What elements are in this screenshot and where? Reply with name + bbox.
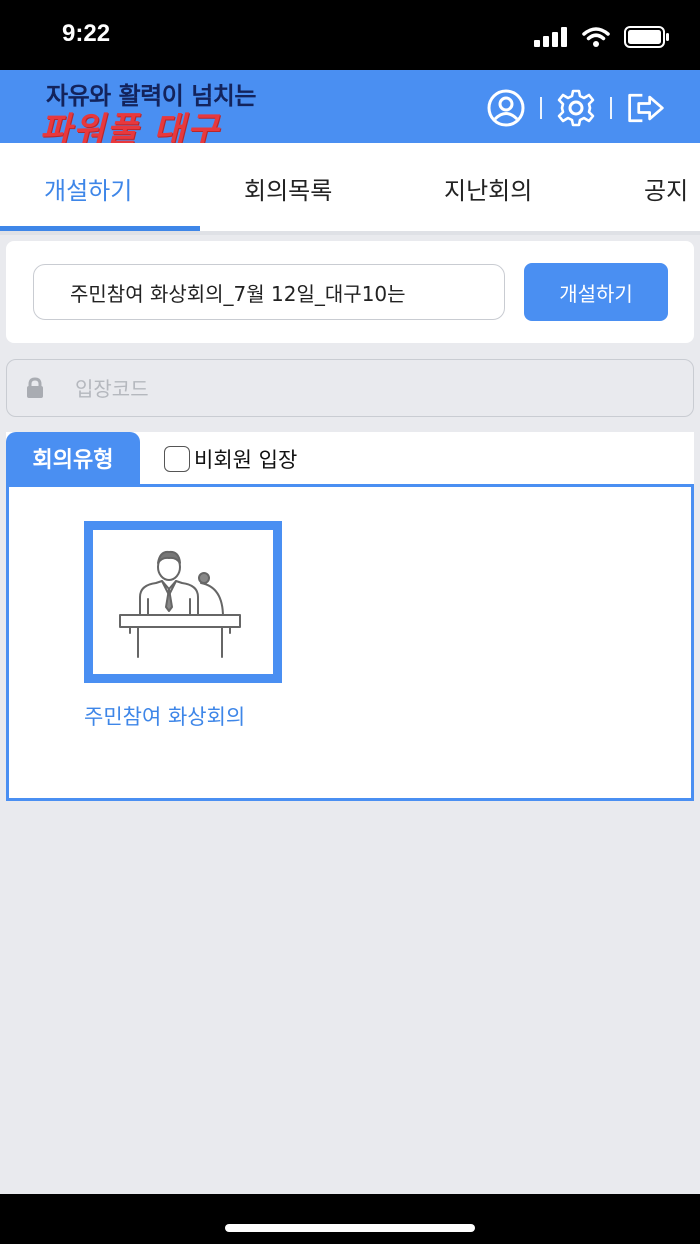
- logout-icon[interactable]: [626, 88, 666, 128]
- tab-notice[interactable]: 공지: [644, 171, 688, 206]
- app-header: 자유와 활력이 넘치는 파워풀 대구: [0, 70, 700, 150]
- speaker-podium-icon: [84, 521, 282, 683]
- status-time: 9:22: [62, 20, 111, 47]
- create-meeting-card: 개설하기: [6, 241, 694, 343]
- home-bar: [0, 1194, 700, 1244]
- meeting-type-label: 주민참여 화상회의: [84, 705, 246, 729]
- guest-entry-label: 비회원 입장: [194, 448, 298, 472]
- home-indicator[interactable]: [225, 1224, 475, 1232]
- tab-past-meetings[interactable]: 지난회의: [444, 171, 532, 206]
- lock-icon: [25, 377, 45, 403]
- meeting-title-input[interactable]: [33, 264, 505, 320]
- meeting-type-tab[interactable]: 회의유형: [6, 432, 140, 484]
- user-icon[interactable]: [486, 88, 526, 128]
- create-meeting-button[interactable]: 개설하기: [524, 263, 668, 321]
- battery-icon: [624, 26, 670, 52]
- tab-bar: 개설하기 회의목록 지난회의 공지: [0, 143, 700, 231]
- entry-code-input[interactable]: [67, 360, 677, 417]
- header-divider: [610, 97, 612, 119]
- gear-icon[interactable]: [556, 88, 596, 128]
- entry-code-field[interactable]: [6, 359, 694, 417]
- status-bar: 9:22: [0, 0, 700, 70]
- signal-icon: [534, 27, 568, 51]
- wifi-icon: [582, 27, 610, 51]
- meeting-type-item[interactable]: 주민참여 화상회의: [84, 521, 282, 729]
- header-divider: [540, 97, 542, 119]
- guest-entry-checkbox[interactable]: [164, 446, 190, 472]
- tab-create[interactable]: 개설하기: [44, 171, 132, 206]
- meeting-type-panel: 주민참여 화상회의: [6, 484, 694, 801]
- guest-entry-toggle[interactable]: 비회원 입장: [164, 444, 297, 474]
- meeting-type-header: 회의유형 비회원 입장: [6, 432, 694, 484]
- tab-meeting-list[interactable]: 회의목록: [244, 171, 332, 206]
